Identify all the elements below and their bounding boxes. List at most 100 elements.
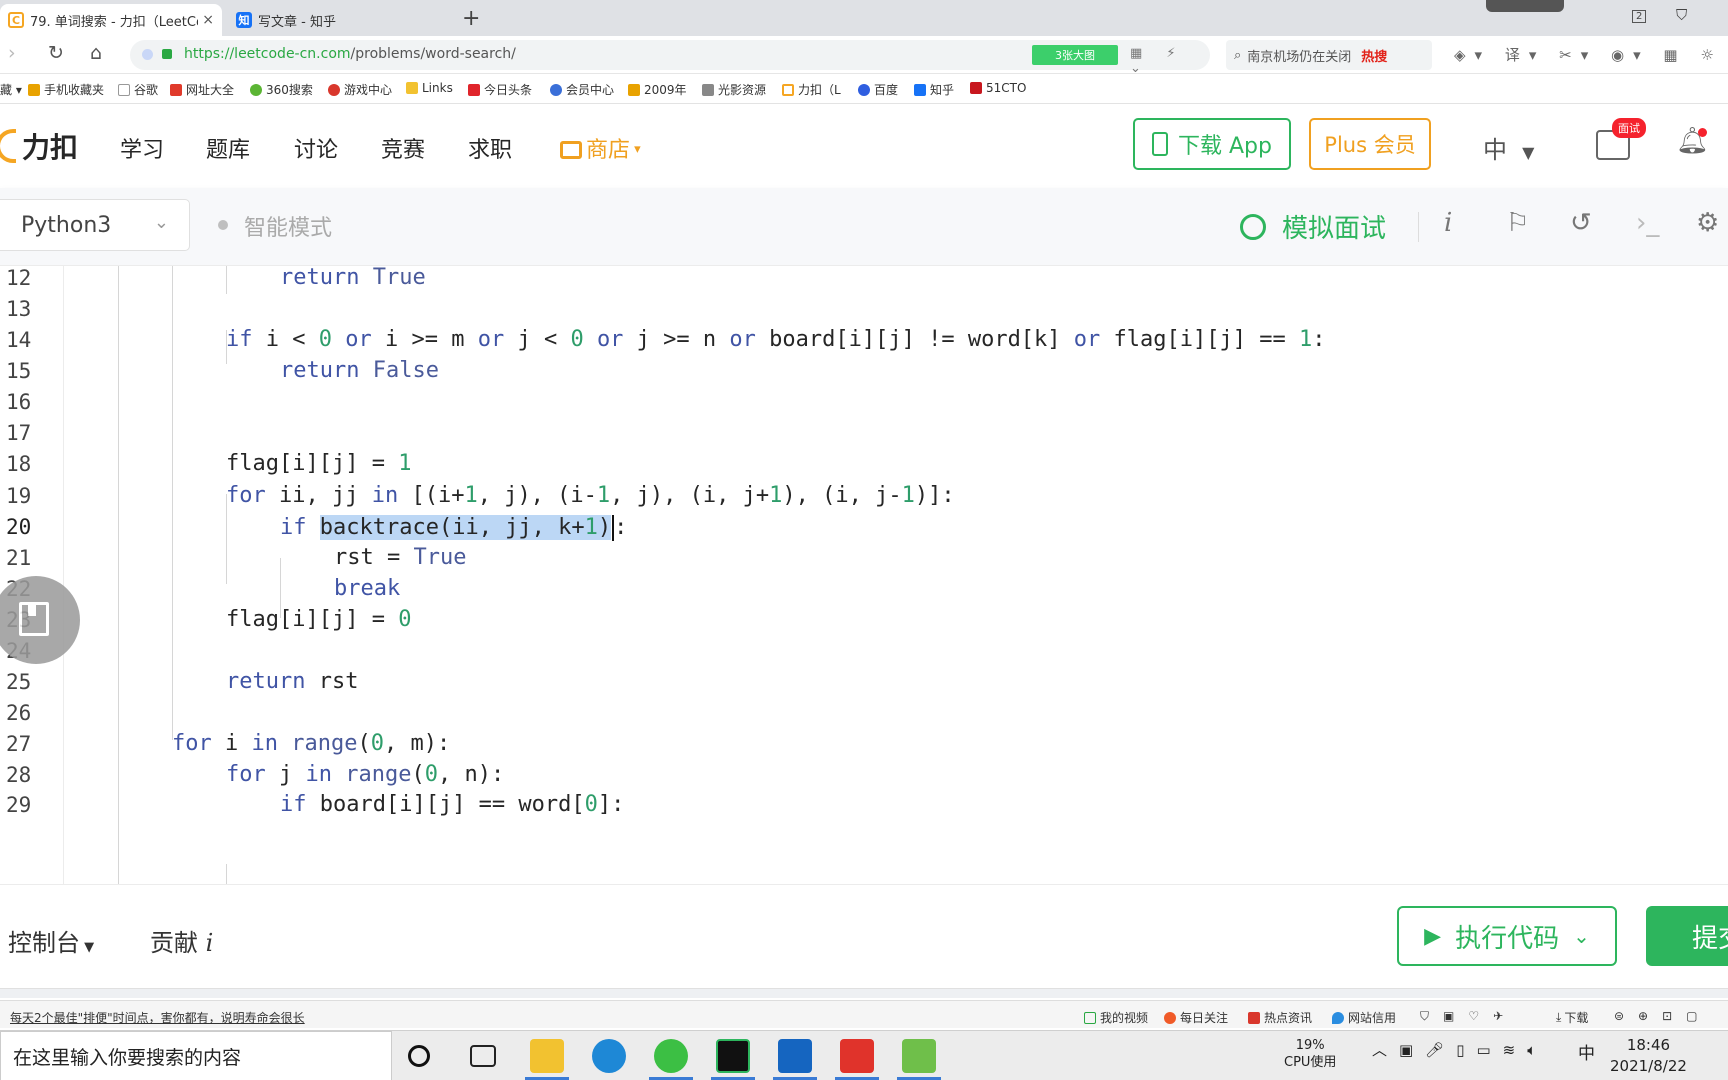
flag-icon[interactable]: ⚐: [1506, 208, 1529, 238]
language-switcher[interactable]: 中 ▼: [1483, 130, 1534, 165]
search-box[interactable]: ⌕ 南京机场仍在关闭 热搜: [1226, 40, 1432, 70]
leetcode-logo[interactable]: 力扣: [0, 126, 78, 166]
line-number: 29: [6, 793, 32, 817]
bookmark-item[interactable]: Links: [406, 81, 453, 95]
bookmark-item[interactable]: 谷歌: [118, 81, 158, 98]
bookmark-item[interactable]: 360搜索: [250, 81, 313, 98]
bookmark-item[interactable]: 会员中心: [550, 81, 614, 98]
wps-icon[interactable]: [840, 1039, 874, 1073]
status-tools[interactable]: ⊜⊕⊡▢: [1614, 1009, 1712, 1023]
pycharm-icon[interactable]: [716, 1039, 750, 1073]
address-bar-actions[interactable]: ▦ ⚡ ⌄: [1130, 46, 1210, 76]
code-line[interactable]: 17: [0, 421, 1728, 455]
bookmark-item[interactable]: 手机收藏夹: [28, 81, 104, 98]
address-bar[interactable]: https://leetcode-cn.com/problems/word-se…: [130, 40, 1210, 76]
code-line[interactable]: 14 if i < 0 or i >= m or j < 0 or j >= n …: [0, 328, 1728, 362]
code-line[interactable]: 15 return False: [0, 359, 1728, 393]
code-line[interactable]: 28 for j in range(0, n):: [0, 763, 1728, 797]
nav-discuss[interactable]: 讨论: [294, 132, 338, 164]
code-line[interactable]: 22break: [0, 577, 1728, 611]
video-player-icon[interactable]: [778, 1039, 812, 1073]
plus-member-button[interactable]: Plus 会员: [1309, 118, 1431, 170]
reload-icon[interactable]: ↻: [48, 42, 64, 64]
task-view-icon[interactable]: [470, 1045, 496, 1067]
code-line[interactable]: 13: [0, 297, 1728, 331]
info-icon[interactable]: i: [1444, 208, 1452, 238]
code-line[interactable]: 18 flag[i][j] = 1: [0, 452, 1728, 486]
nav-problems[interactable]: 题库: [206, 132, 250, 164]
edge-icon[interactable]: [592, 1039, 626, 1073]
download-app-button[interactable]: 下载 App: [1133, 118, 1291, 170]
submit-button[interactable]: 提交: [1646, 906, 1728, 966]
shirt-icon[interactable]: ⛉: [1676, 6, 1687, 24]
ime-indicator[interactable]: 中: [1578, 1039, 1595, 1064]
nav-jobs[interactable]: 求职: [468, 132, 512, 164]
language-select[interactable]: Python3 ⌄: [0, 199, 190, 251]
bookmark-item[interactable]: 光影资源: [702, 81, 766, 98]
cortana-icon[interactable]: [408, 1045, 430, 1067]
run-code-button[interactable]: ▶ 执行代码 ⌄: [1397, 906, 1617, 966]
horizontal-scrollbar[interactable]: [0, 988, 1728, 998]
tab-zhihu[interactable]: 知 写文章 - 知乎: [228, 4, 452, 36]
code-line[interactable]: 26: [0, 701, 1728, 735]
bookmark-item[interactable]: 百度: [858, 81, 898, 98]
nav-store[interactable]: 商店 ▾: [560, 132, 641, 164]
bookmark-item[interactable]: 游戏中心: [328, 81, 392, 98]
contribute-button[interactable]: 贡献 i: [150, 923, 213, 958]
code-line[interactable]: 25 return rst: [0, 670, 1728, 704]
extension-icons[interactable]: ◈▾ 译▾ ✂▾ ◉▾ ▦ ☼ ▯: [1454, 44, 1728, 65]
status-item-daily[interactable]: 每日关注: [1164, 1009, 1228, 1026]
code-line[interactable]: 29 if board[i][j] == word[0]:: [0, 793, 1728, 827]
url-text[interactable]: https://leetcode-cn.com/problems/word-se…: [184, 46, 516, 62]
big-image-badge[interactable]: 3张大图: [1032, 45, 1118, 65]
bookmark-item[interactable]: 藏 ▾: [0, 81, 22, 98]
cpu-usage[interactable]: 19% CPU使用: [1284, 1037, 1336, 1071]
code-line[interactable]: 24: [0, 639, 1728, 673]
terminal-icon[interactable]: ›_: [1636, 208, 1659, 238]
nav-learn[interactable]: 学习: [120, 132, 164, 164]
browser-360-icon[interactable]: [654, 1039, 688, 1073]
bookmark-item[interactable]: 51CTO: [970, 81, 1026, 95]
code-line[interactable]: 27 for i in range(0, m):: [0, 732, 1728, 766]
image-viewer-icon[interactable]: [902, 1039, 936, 1073]
system-tray-icons[interactable]: ︿▣🎤︎▯▭≋🔈︎: [1372, 1039, 1548, 1060]
bookmark-item[interactable]: 知乎: [914, 81, 954, 98]
code-line[interactable]: 16: [0, 390, 1728, 424]
bookmark-item[interactable]: 2009年: [628, 81, 687, 98]
nav-contest[interactable]: 竞赛: [381, 132, 425, 164]
system-clock[interactable]: 18:46 2021/8/22: [1610, 1035, 1687, 1077]
code-text: if i < 0 or i >= m or j < 0 or j >= n or…: [226, 328, 1325, 352]
home-icon[interactable]: ⌂: [90, 42, 102, 64]
code-line[interactable]: 21 rst = True: [0, 546, 1728, 580]
taskbar-search-input[interactable]: 在这里输入你要搜索的内容: [0, 1031, 392, 1080]
new-tab-button[interactable]: +: [462, 6, 480, 31]
status-item-credit[interactable]: 网站信用: [1332, 1009, 1396, 1026]
code-line[interactable]: 23flag[i][j] = 0: [0, 608, 1728, 642]
bookmark-item[interactable]: 今日头条: [468, 81, 532, 98]
reset-icon[interactable]: ↺: [1570, 208, 1592, 238]
status-item-download[interactable]: ⤓ 下载: [1556, 1009, 1588, 1026]
status-item-hot[interactable]: 热点资讯: [1248, 1009, 1312, 1026]
status-icons[interactable]: ⛉▣♡✈: [1420, 1009, 1517, 1024]
code-line[interactable]: 19 for ii, jj in [(i+1, j), (i-1, j), (i,…: [0, 484, 1728, 518]
forward-icon[interactable]: ›: [8, 42, 16, 64]
tab-leetcode[interactable]: C 79. 单词搜索 - 力扣（LeetCode ×: [0, 4, 222, 36]
news-ticker-link[interactable]: 每天2个最佳"排便"时间点，害你都有，说明寿命会很长: [10, 1009, 305, 1026]
smart-mode-label[interactable]: 智能模式: [244, 210, 332, 242]
bookmark-item[interactable]: 网址大全: [170, 81, 234, 98]
hot-search-label[interactable]: 热搜: [1361, 46, 1387, 65]
close-tab-icon[interactable]: ×: [202, 12, 214, 28]
code-line[interactable]: 12 return True: [0, 266, 1728, 300]
site-info-icon[interactable]: [142, 49, 153, 60]
code-editor[interactable]: 12 return True 13 14 if i < 0 or i >= m or j…: [0, 266, 1728, 884]
code-line[interactable]: 20 if backtrace(ii, jj, k+1):: [0, 515, 1728, 549]
status-item-videos[interactable]: 我的视频: [1084, 1009, 1148, 1026]
window-count-badge[interactable]: 2: [1632, 10, 1647, 23]
console-toggle[interactable]: 控制台 ▼: [8, 923, 94, 958]
smart-mode-toggle[interactable]: [218, 220, 228, 230]
file-explorer-icon[interactable]: [530, 1039, 564, 1073]
mock-interview-button[interactable]: 模拟面试: [1240, 208, 1386, 245]
bookmark-item[interactable]: 力扣（L: [782, 81, 841, 98]
settings-gear-icon[interactable]: ⚙: [1696, 208, 1719, 238]
